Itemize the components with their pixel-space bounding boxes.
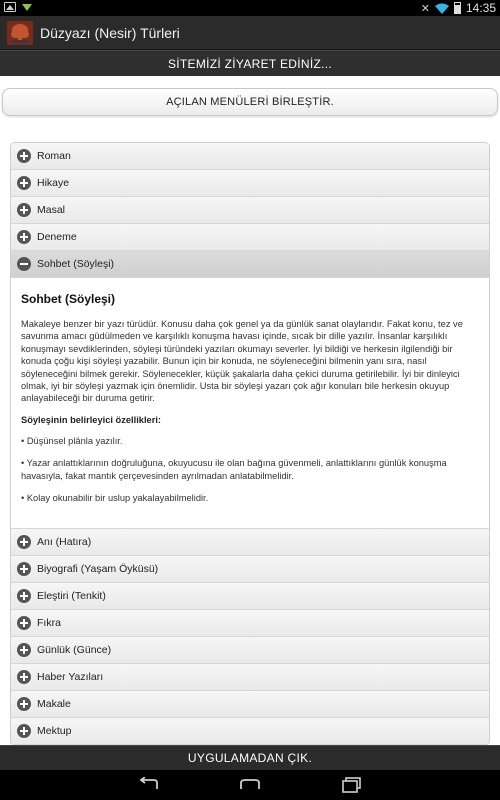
- accordion-item-masal[interactable]: Masal: [11, 197, 489, 224]
- visit-website-button[interactable]: SİTEMİZİ ZİYARET EDİNİZ...: [0, 50, 500, 76]
- accordion-item-label: Eleştiri (Tenkit): [37, 590, 106, 603]
- accordion-item-label: Anı (Hatıra): [37, 536, 92, 549]
- panel-bullet: • Kolay okunabilir bir uslup yakalayabil…: [21, 493, 209, 504]
- plus-circle-icon: [17, 203, 31, 217]
- plus-circle-icon: [17, 616, 31, 631]
- minus-circle-icon: [17, 257, 31, 271]
- recents-icon[interactable]: [340, 777, 364, 793]
- exit-app-button[interactable]: UYGULAMADAN ÇIK.: [0, 745, 500, 770]
- mute-icon: ✕: [420, 2, 430, 15]
- accordion-item-biyografi[interactable]: Biyografi (Yaşam Öyküsü): [11, 556, 489, 584]
- app-title: Düzyazı (Nesir) Türleri: [40, 25, 180, 41]
- plus-circle-icon: [17, 589, 31, 604]
- accordion-item-elestiri[interactable]: Eleştiri (Tenkit): [11, 583, 489, 611]
- accordion-item-roman[interactable]: Roman: [11, 143, 489, 170]
- accordion-item-label: Masal: [37, 204, 66, 216]
- accordion-item-mektup[interactable]: Mektup: [11, 718, 489, 746]
- panel-title: Sohbet (Söyleşi): [21, 292, 116, 306]
- panel-bullet: • Düşünsel plânla yazılır.: [21, 435, 123, 446]
- plus-circle-icon: [17, 643, 31, 658]
- panel-subheading: Söyleşinin belirleyici özellikleri:: [21, 414, 162, 425]
- merge-menus-label: AÇILAN MENÜLERİ BİRLEŞTİR.: [166, 96, 334, 108]
- accordion-item-label: Sohbet (Söyleşi): [37, 258, 115, 270]
- accordion-panel-sohbet: Sohbet (Söyleşi) Makaleye benzer bir yaz…: [11, 278, 489, 530]
- accordion-item-label: Günlük (Günce): [37, 644, 112, 657]
- accordion: Roman Hikaye Masal Deneme Sohbet (Söyleş…: [10, 142, 490, 747]
- exit-app-label: UYGULAMADAN ÇIK.: [187, 751, 313, 765]
- battery-icon: [453, 2, 461, 14]
- app-logo-icon[interactable]: [6, 20, 34, 46]
- plus-circle-icon: [17, 697, 31, 712]
- plus-circle-icon: [17, 724, 31, 739]
- accordion-item-label: Biyografi (Yaşam Öyküsü): [37, 563, 159, 576]
- navigation-bar: [0, 770, 500, 800]
- panel-paragraph: Makaleye benzer bir yazı türüdür. Konusu…: [21, 319, 463, 404]
- accordion-item-deneme[interactable]: Deneme: [11, 224, 489, 251]
- download-icon: [22, 4, 32, 11]
- accordion-item-hikaye[interactable]: Hikaye: [11, 170, 489, 197]
- image-icon: [4, 2, 16, 12]
- accordion-item-label: Roman: [37, 150, 71, 162]
- plus-circle-icon: [17, 176, 31, 190]
- plus-circle-icon: [17, 230, 31, 244]
- action-bar: Düzyazı (Nesir) Türleri: [0, 16, 500, 50]
- accordion-item-sohbet[interactable]: Sohbet (Söyleşi): [11, 251, 489, 278]
- accordion-item-haber[interactable]: Haber Yazıları: [11, 664, 489, 692]
- plus-circle-icon: [17, 535, 31, 550]
- wifi-icon: [434, 3, 449, 14]
- accordion-item-label: Fıkra: [37, 617, 61, 630]
- accordion-item-fikra[interactable]: Fıkra: [11, 610, 489, 638]
- visit-website-label: SİTEMİZİ ZİYARET EDİNİZ...: [167, 56, 333, 71]
- accordion-item-gunluk[interactable]: Günlük (Günce): [11, 637, 489, 665]
- accordion-item-label: Deneme: [37, 231, 77, 243]
- panel-bullet: • Yazar anlattıklarının doğruluğuna, oku…: [21, 458, 447, 481]
- plus-circle-icon: [17, 149, 31, 163]
- merge-menus-button[interactable]: AÇILAN MENÜLERİ BİRLEŞTİR.: [2, 88, 498, 116]
- accordion-item-label: Mektup: [37, 725, 72, 738]
- plus-circle-icon: [17, 562, 31, 577]
- status-time: 14:35: [465, 1, 496, 15]
- back-icon[interactable]: [137, 777, 161, 793]
- accordion-item-ani[interactable]: Anı (Hatıra): [11, 529, 489, 557]
- accordion-item-makale[interactable]: Makale: [11, 691, 489, 719]
- accordion-item-label: Makale: [37, 698, 71, 711]
- accordion-item-label: Haber Yazıları: [37, 671, 104, 684]
- status-bar: ✕ 14:35: [0, 0, 500, 16]
- plus-circle-icon: [17, 670, 31, 685]
- home-icon[interactable]: [238, 777, 262, 793]
- accordion-item-label: Hikaye: [37, 177, 70, 189]
